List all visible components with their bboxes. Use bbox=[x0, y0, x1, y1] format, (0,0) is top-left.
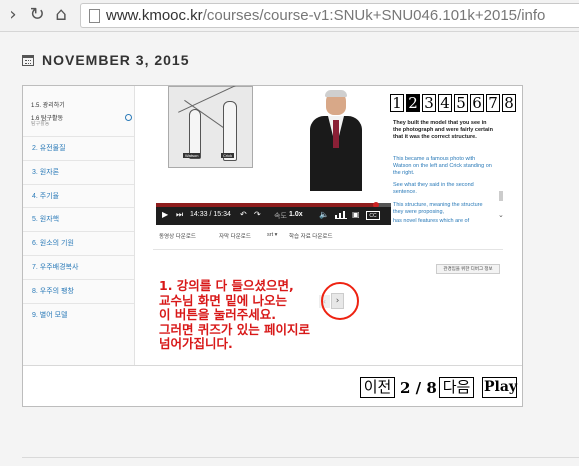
page-number-7[interactable]: 7 bbox=[486, 94, 500, 112]
slide-counter: 2 / 8 bbox=[400, 379, 437, 397]
sidebar-chapter[interactable]: 5. 원자핵 bbox=[23, 207, 134, 229]
transcript-line-active[interactable]: They built the model that you see in the… bbox=[393, 120, 493, 141]
transcript-line[interactable]: This became a famous photo with Watson o… bbox=[393, 156, 493, 177]
video-controls: ▶ ⏭ 14:33 / 15:34 ↶ ↷ 속도 1.0x 🔈 ▣ CC bbox=[156, 207, 391, 225]
divider bbox=[23, 365, 522, 366]
sidebar-chapter-label: 8. 우주의 팽창 bbox=[32, 287, 74, 295]
home-icon[interactable]: ⌂ bbox=[50, 4, 72, 26]
sidebar-chapter-label: 2. 유전물질 bbox=[32, 145, 66, 152]
sidebar-subsection-note: 탐구활동 bbox=[31, 121, 50, 127]
video-time: 14:33 / 15:34 bbox=[190, 211, 231, 218]
instruction-line: 이 버튼을 눌러주세요. bbox=[159, 307, 276, 322]
sketch-figure-watson bbox=[189, 109, 201, 159]
clock-icon bbox=[125, 114, 132, 121]
fullscreen-icon[interactable]: ▣ bbox=[352, 210, 360, 220]
update-date: NOVEMBER 3, 2015 bbox=[42, 52, 190, 68]
skip-icon[interactable]: ⏭ bbox=[176, 210, 183, 220]
play-slideshow-button[interactable]: Play bbox=[482, 377, 517, 398]
sidebar-subsection[interactable]: 1.5. 광리하기 bbox=[31, 100, 65, 109]
sidebar-chapter-label: 6. 원소의 기원 bbox=[32, 240, 74, 248]
sidebar-chapter[interactable]: 8. 우주의 팽창 bbox=[23, 278, 134, 301]
quality-icon[interactable] bbox=[335, 211, 347, 219]
accessibility-debug-button[interactable]: 관경임을 위한 디버그 정보 bbox=[436, 264, 500, 274]
next-slide-button[interactable]: 다음 bbox=[439, 377, 474, 398]
play-icon[interactable]: ▶ bbox=[162, 210, 168, 220]
url-path: /courses/course-v1:SNUk+SNU046.101k+2015… bbox=[202, 7, 546, 24]
page-number-4[interactable]: 4 bbox=[438, 94, 452, 112]
url-text: www.kmooc.kr/courses/course-v1:SNUk+SNU0… bbox=[106, 7, 545, 24]
photo-tag-watson: Watson bbox=[183, 153, 201, 158]
transcript-download-link[interactable]: 자막 다운로드 bbox=[219, 232, 251, 240]
video-download-link[interactable]: 동영상 다운로드 bbox=[159, 232, 196, 240]
reload-icon[interactable]: ↻ bbox=[26, 4, 48, 26]
course-sidebar: 1.5. 광리하기 1.6 탐구활동 탐구활동 2. 유전물질 3. 원자론 4. … bbox=[23, 86, 135, 366]
instruction-line: 넘어가집니다. bbox=[159, 336, 233, 351]
instruction-line: 교수님 화면 밑에 나오는 bbox=[159, 292, 288, 308]
forward-icon[interactable]: › bbox=[2, 4, 24, 26]
sidebar-chapter-label: 4. 주기율 bbox=[32, 192, 60, 200]
transcript-line[interactable]: This structure, meaning the structure th… bbox=[393, 202, 493, 216]
presenter-tie bbox=[333, 120, 339, 148]
sidebar-chapter[interactable]: 7. 우주배경복사 bbox=[23, 255, 134, 277]
course-screenshot-panel: 1.5. 광리하기 1.6 탐구활동 탐구활동 2. 유전물질 3. 원자론 4. … bbox=[22, 85, 523, 407]
page-number-2[interactable]: 2 bbox=[406, 94, 420, 112]
transcript-line[interactable]: has novel features which are of bbox=[393, 218, 493, 225]
skip-forward-icon[interactable]: ↷ bbox=[254, 210, 261, 220]
sidebar-chapter-label: 3. 원자론 bbox=[32, 168, 60, 176]
sidebar-chapter[interactable]: 3. 원자론 bbox=[23, 159, 134, 182]
browser-toolbar: › ↻ ⌂ www.kmooc.kr/courses/course-v1:SNU… bbox=[0, 0, 579, 32]
transcript-format-select[interactable]: srt ▾ bbox=[267, 232, 277, 238]
page-number-1[interactable]: 1 bbox=[390, 94, 404, 112]
calendar-icon bbox=[22, 55, 34, 66]
page-number-6[interactable]: 6 bbox=[470, 94, 484, 112]
sidebar-chapter-label: 7. 우주배경복사 bbox=[32, 264, 79, 271]
sidebar-chapter[interactable]: 2. 유전물질 bbox=[23, 136, 134, 158]
sidebar-chapter-label: 5. 원자핵 bbox=[32, 216, 60, 224]
professor-figure bbox=[304, 90, 368, 191]
sidebar-chapter[interactable]: 9. 별어 모델 bbox=[23, 302, 134, 325]
instruction-line: 그러면 퀴즈가 있는 페이지로 bbox=[159, 321, 311, 337]
skip-back-icon[interactable]: ↶ bbox=[240, 210, 247, 220]
page-number-8[interactable]: 8 bbox=[502, 94, 516, 112]
sidebar-chapter-label: 9. 별어 모델 bbox=[32, 311, 68, 319]
presenter-hair bbox=[325, 90, 347, 97]
instruction-line: 1. 강의를 다 들으셨으면, bbox=[159, 278, 294, 293]
speed-value[interactable]: 1.0x bbox=[289, 211, 303, 218]
chevron-down-icon[interactable]: ⌄ bbox=[498, 211, 504, 219]
transcript-line[interactable]: See what they said in the second sentenc… bbox=[393, 182, 493, 196]
highlight-circle bbox=[321, 282, 359, 320]
divider bbox=[153, 249, 503, 250]
closed-caption-button[interactable]: CC bbox=[366, 211, 380, 220]
sidebar-chapter[interactable]: 4. 주기율 bbox=[23, 183, 134, 206]
previous-slide-button[interactable]: 이전 bbox=[360, 377, 395, 398]
page-number-5[interactable]: 5 bbox=[454, 94, 468, 112]
dna-model-photo: Watson Crick bbox=[168, 86, 253, 168]
transcript-format-label: srt bbox=[267, 232, 274, 238]
handout-download-link[interactable]: 학습 자료 다운로드 bbox=[289, 232, 333, 240]
transcript-line[interactable] bbox=[393, 86, 493, 93]
address-bar[interactable]: www.kmooc.kr/courses/course-v1:SNUk+SNU0… bbox=[80, 3, 579, 28]
footer-divider bbox=[22, 457, 579, 458]
url-host: www.kmooc.kr bbox=[106, 7, 203, 24]
speed-label: 속도 bbox=[274, 213, 287, 220]
volume-icon[interactable]: 🔈 bbox=[319, 210, 329, 220]
sketch-figure-crick bbox=[223, 101, 237, 161]
lecture-video[interactable]: Watson Crick bbox=[156, 86, 391, 191]
page-icon bbox=[89, 9, 100, 23]
page-number-3[interactable]: 3 bbox=[422, 94, 436, 112]
photo-tag-crick: Crick bbox=[221, 153, 235, 158]
instruction-annotation: 1. 강의를 다 들으셨으면, 교수님 화면 밑에 나오는 이 버튼을 눌러주세… bbox=[159, 278, 311, 352]
chevron-down-icon: ▾ bbox=[274, 232, 278, 238]
transcript-scrollbar[interactable] bbox=[499, 191, 503, 201]
sidebar-chapter[interactable]: 6. 원소의 기원 bbox=[23, 231, 134, 253]
